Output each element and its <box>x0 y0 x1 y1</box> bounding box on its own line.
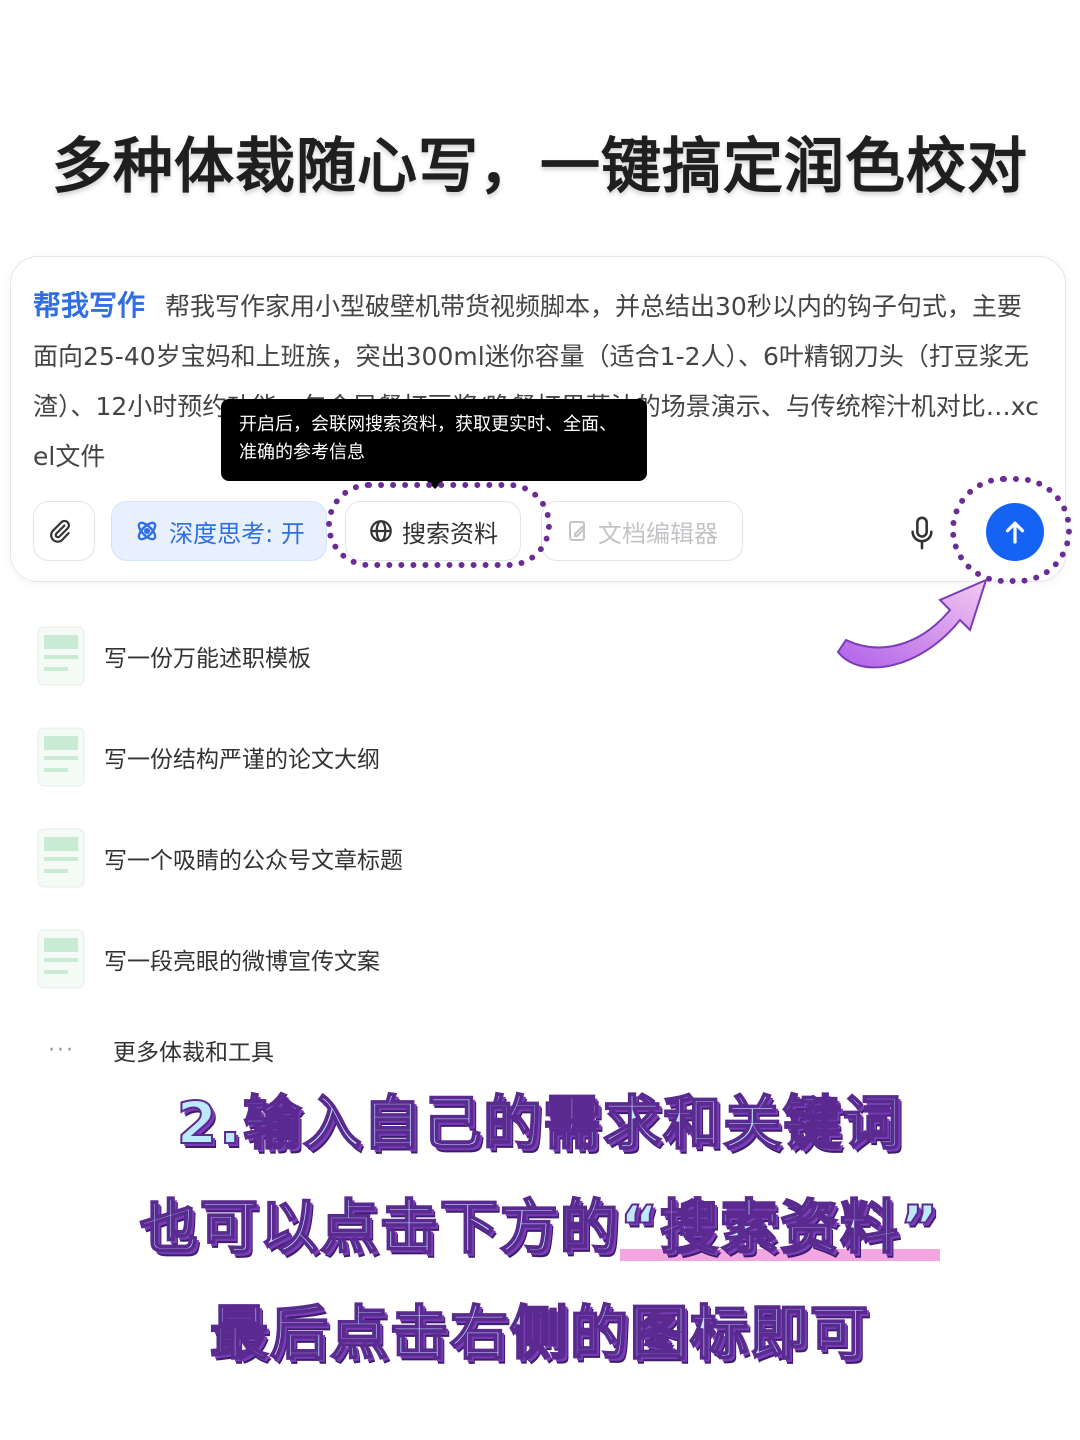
search-tooltip: 开启后，会联网搜索资料，获取更实时、全面、准确的参考信息 <box>221 399 647 489</box>
atom-icon <box>137 521 157 541</box>
suggestion-item[interactable]: 写一个吸睛的公众号文章标题 <box>36 826 736 890</box>
caption-line-3: 最后点击右侧的图标即可 <box>209 1298 870 1368</box>
doc-editor-label: 文档编辑器 <box>598 519 718 548</box>
suggestion-item[interactable]: 写一段亮眼的微博宣传文案 <box>36 927 736 991</box>
suggestion-label: 写一个吸睛的公众号文章标题 <box>104 848 403 874</box>
chat-composer[interactable]: 帮我写作 帮我写作家用小型破壁机带货视频脚本，并总结出30秒以内的钩子句式，主要面… <box>10 256 1066 582</box>
document-icon <box>37 626 85 686</box>
caption-line-2-text: 也可以点击下方的 <box>139 1192 620 1262</box>
paperclip-icon <box>50 519 70 543</box>
page-headline: 多种体裁随心写，一键搞定润色校对 <box>52 132 1028 202</box>
send-button[interactable] <box>986 503 1044 561</box>
suggestion-item[interactable]: 写一份万能述职模板 <box>36 624 736 688</box>
document-icon <box>37 929 85 989</box>
edit-doc-icon <box>569 521 586 541</box>
suggestion-label: 写一份结构严谨的论文大纲 <box>104 747 380 773</box>
more-tools-link[interactable]: ··· 更多体裁和工具 <box>48 1030 274 1070</box>
more-tools-label: 更多体裁和工具 <box>112 1040 274 1066</box>
search-sources-button[interactable]: 搜索资料 <box>345 501 521 561</box>
microphone-icon <box>911 516 933 550</box>
caption-line-1: 2.输入自己的需求和关键词 <box>176 1088 904 1158</box>
doc-editor-button[interactable]: 文档编辑器 <box>541 501 743 561</box>
attach-button[interactable] <box>33 501 95 561</box>
arrow-up-icon <box>1005 521 1025 544</box>
deep-think-label: 深度思考: 开 <box>169 519 305 548</box>
document-icon <box>37 828 85 888</box>
suggestion-label: 写一段亮眼的微博宣传文案 <box>104 949 380 975</box>
deep-think-toggle[interactable]: 深度思考: 开 <box>111 501 327 561</box>
document-icon <box>37 727 85 787</box>
pointer-arrow-icon <box>836 578 988 669</box>
search-sources-label: 搜索资料 <box>402 519 498 548</box>
globe-icon <box>370 520 392 542</box>
caption-highlight: “搜索资料” <box>619 1192 941 1262</box>
caption-line-2: 也可以点击下方的“搜索资料” <box>0 1180 1080 1264</box>
suggestion-item[interactable]: 写一份结构严谨的论文大纲 <box>36 725 736 789</box>
writing-mode-tag[interactable]: 帮我写作 <box>33 289 145 322</box>
voice-input-button[interactable] <box>905 513 939 553</box>
more-dots-icon: ··· <box>48 1037 75 1063</box>
suggestion-label: 写一份万能述职模板 <box>104 646 311 672</box>
